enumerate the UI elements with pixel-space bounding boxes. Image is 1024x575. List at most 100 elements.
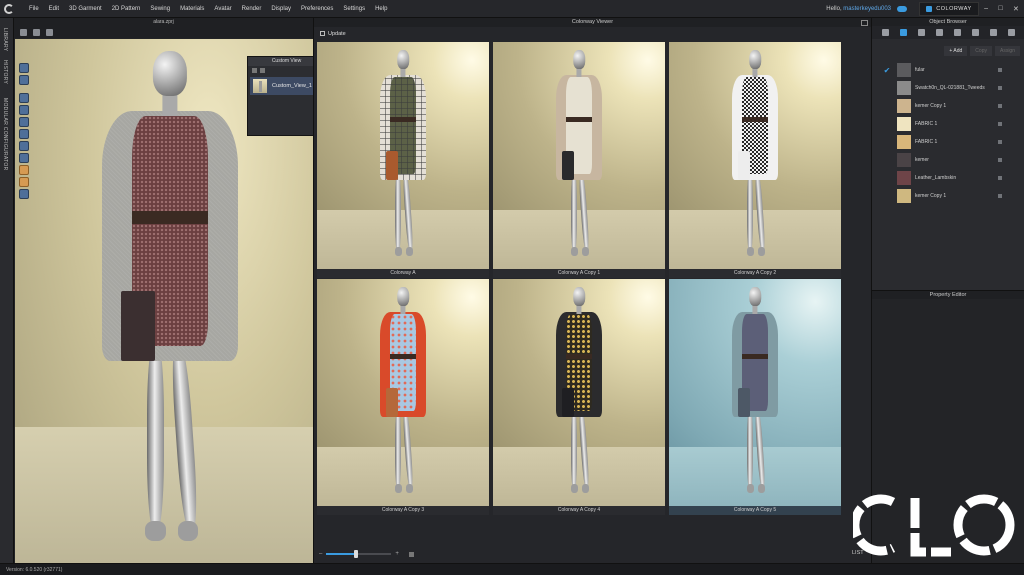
menu-item-sewing[interactable]: Sewing (145, 0, 175, 18)
trim-tab-icon[interactable] (989, 29, 997, 36)
menu-item-2d-pattern[interactable]: 2D Pattern (107, 0, 146, 18)
avatar-leg-right (578, 408, 590, 489)
fit-view-icon[interactable] (408, 551, 414, 557)
fabric-row[interactable]: ✔ fular (872, 61, 1024, 79)
tab-library[interactable]: LIBRARY (2, 28, 8, 51)
puckering-icon[interactable] (19, 189, 29, 199)
fabric-row[interactable]: FABRIC 1 (872, 133, 1024, 151)
belt (566, 354, 592, 360)
fabric-visibility-icon[interactable] (998, 140, 1002, 144)
graphic-tab-icon[interactable] (971, 29, 979, 36)
menu-item-edit[interactable]: Edit (44, 0, 64, 18)
user-name[interactable]: masterkeyedu003 (843, 6, 891, 12)
fabric-visibility-icon[interactable] (998, 104, 1002, 108)
zoom-in-icon[interactable]: + (395, 551, 399, 557)
object-browser-actions: + Add Copy Assign (872, 43, 1024, 59)
fabric-row[interactable]: kemer Copy 1 (872, 97, 1024, 115)
pin-icon[interactable] (19, 105, 29, 115)
select-mesh-icon[interactable] (19, 75, 29, 85)
buttonhole-tab-icon[interactable] (935, 29, 943, 36)
delete-view-icon[interactable] (260, 68, 265, 73)
zoom-out-icon[interactable]: – (319, 551, 322, 557)
belt (742, 354, 768, 360)
avatar-view-icon[interactable] (33, 28, 40, 36)
update-icon[interactable] (320, 31, 325, 36)
garment-view-icon[interactable] (20, 28, 27, 36)
avatar-leg-right (754, 171, 766, 252)
add-view-icon[interactable] (252, 68, 257, 73)
topstitch-tab-icon[interactable] (953, 29, 961, 36)
zoom-handle[interactable] (353, 550, 358, 558)
shoe-right (757, 247, 765, 256)
fabric-visibility-icon[interactable] (998, 68, 1002, 72)
avatar-head (749, 50, 761, 69)
colorway-tile[interactable]: Colorway A Copy 4 (493, 279, 665, 515)
fabric-visibility-icon[interactable] (998, 194, 1002, 198)
menu-item-file[interactable]: File (24, 0, 44, 18)
fabric-row[interactable]: kemer Copy 1 (872, 187, 1024, 205)
avatar-leg-right (169, 340, 200, 532)
menu-item-materials[interactable]: Materials (175, 0, 209, 18)
fabric-tab-icon[interactable] (899, 29, 907, 36)
assign-button[interactable]: Assign (994, 46, 1020, 56)
fabric-visibility-icon[interactable] (998, 122, 1002, 126)
simulation-icon[interactable] (19, 63, 29, 73)
brush-icon[interactable] (19, 177, 29, 187)
menu-item-help[interactable]: Help (370, 0, 392, 18)
menu-item-preferences[interactable]: Preferences (296, 0, 338, 18)
measure-icon[interactable] (19, 117, 29, 127)
close-icon[interactable]: ✕ (1013, 5, 1019, 13)
fabric-visibility-icon[interactable] (998, 176, 1002, 180)
zoom-slider[interactable] (326, 550, 392, 558)
menu-item-render[interactable]: Render (237, 0, 267, 18)
texture-edit-icon[interactable] (19, 165, 29, 175)
fabric-row[interactable]: Swatch0n_QL-021881_Tweeds (872, 79, 1024, 97)
custom-view-item-label: Custom_View_1 (272, 83, 312, 89)
colorway-tile[interactable]: Colorway A (317, 42, 489, 278)
colorway-label: Colorway A Copy 4 (493, 506, 665, 515)
avatar-main[interactable] (75, 51, 265, 551)
colorway-render (493, 279, 665, 506)
logo-letter-c (853, 494, 896, 556)
fold-icon[interactable] (19, 129, 29, 139)
status-bar: Version: 6.0.520 (r32771) (0, 563, 1024, 575)
display-icon[interactable] (46, 28, 53, 36)
mode-selector[interactable]: COLORWAY (919, 2, 979, 16)
fabric-row[interactable]: kemer (872, 151, 1024, 169)
fabric-row[interactable]: Leather_Lambskin (872, 169, 1024, 187)
add-button[interactable]: + Add (944, 46, 968, 56)
list-view-icon[interactable] (881, 29, 889, 36)
cloud-icon[interactable] (897, 6, 907, 12)
menu-item-3d-garment[interactable]: 3D Garment (64, 0, 107, 18)
menu-item-avatar[interactable]: Avatar (209, 0, 236, 18)
colorway-tile[interactable]: Colorway A Copy 1 (493, 42, 665, 278)
zoom-fill (326, 553, 356, 555)
minimize-icon[interactable]: – (984, 5, 988, 13)
fabric-name: FABRIC 1 (915, 121, 938, 127)
copy-button[interactable]: Copy (970, 46, 992, 56)
shoe-right (405, 247, 413, 256)
maximize-icon[interactable]: □ (998, 5, 1002, 13)
left-tab-strip: LIBRARY HISTORY MODULAR CONFIGURATOR (0, 18, 14, 563)
menu-item-settings[interactable]: Settings (338, 0, 370, 18)
shoe-right (405, 484, 413, 493)
3d-window-title: alara.zprj (14, 18, 313, 26)
fabric-row[interactable]: FABRIC 1 (872, 115, 1024, 133)
tab-history[interactable]: HISTORY (2, 60, 8, 84)
button-tool-icon[interactable] (19, 153, 29, 163)
button-tab-icon[interactable] (917, 29, 925, 36)
tab-modular-configurator[interactable]: MODULAR CONFIGURATOR (2, 98, 8, 170)
colorway-tile[interactable]: Colorway A Copy 5 (669, 279, 841, 515)
zipper-tab-icon[interactable] (1007, 29, 1015, 36)
avatar-head (397, 287, 409, 306)
menu-item-display[interactable]: Display (266, 0, 296, 18)
update-button[interactable]: Update (328, 31, 346, 37)
zipper-icon[interactable] (19, 141, 29, 151)
colorway-tile[interactable]: Colorway A Copy 3 (317, 279, 489, 515)
fabric-visibility-icon[interactable] (998, 158, 1002, 162)
tack-icon[interactable] (19, 93, 29, 103)
colorway-tile[interactable]: Colorway A Copy 2 (669, 42, 841, 278)
shoe-left (394, 247, 402, 256)
fabric-visibility-icon[interactable] (998, 86, 1002, 90)
menu-bar: File Edit 3D Garment 2D Pattern Sewing Materi… (0, 0, 1024, 18)
